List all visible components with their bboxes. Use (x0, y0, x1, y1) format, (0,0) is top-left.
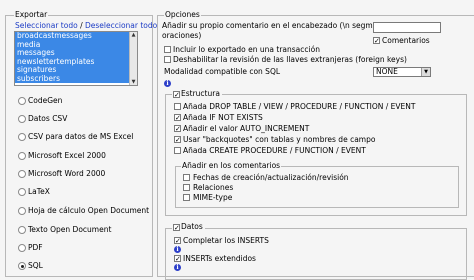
format-label: Microsoft Word 2000 (28, 169, 106, 178)
datos-legend-wrap: ✓Datos (172, 222, 205, 232)
disable-fk-checkbox[interactable] (164, 56, 171, 63)
select-links-separator: / (77, 21, 85, 30)
format-label: Hoja de cálculo Open Document (28, 206, 150, 215)
format-radio-ods[interactable] (18, 207, 26, 215)
table-option[interactable]: subscribers (15, 74, 137, 83)
relaciones-label: Relaciones (193, 183, 234, 192)
fechas-label: Fechas de creación/actualización/revisió… (193, 173, 349, 182)
sql-mode-label: Modalidad compatible con SQL (164, 67, 281, 76)
extended-inserts-checkbox[interactable]: ✓ (174, 255, 181, 263)
create-procedure-checkbox[interactable] (174, 147, 181, 154)
deselect-all-link[interactable]: Deseleccionar todo (85, 21, 157, 30)
tables-listbox[interactable]: broadcastmessages media messages newslet… (14, 31, 138, 86)
backquotes-label: Usar "backquotes" con tablas y nombres d… (183, 135, 376, 144)
relaciones-checkbox[interactable] (183, 184, 190, 191)
chevron-down-icon[interactable]: ▼ (421, 68, 430, 76)
format-radio-latex[interactable] (18, 188, 26, 196)
if-not-exists-label: Añada IF NOT EXISTS (183, 113, 263, 122)
format-radio-csv-excel[interactable] (18, 133, 26, 141)
select-links: Seleccionar todo / Deseleccionar todo (15, 21, 157, 30)
scroll-up-icon[interactable]: ▲ (130, 32, 137, 38)
transaction-label: Incluir lo exportado en una transacción (173, 45, 320, 54)
datos-legend: Datos (181, 222, 203, 231)
comentarios-checkbox[interactable]: ✓ (373, 37, 380, 45)
select-all-link[interactable]: Seleccionar todo (15, 21, 78, 30)
format-radio-pdf[interactable] (18, 244, 26, 252)
format-label: LaTeX (28, 187, 50, 196)
opciones-legend: Opciones (164, 10, 201, 19)
scroll-down-icon[interactable]: ▼ (130, 79, 137, 85)
complete-inserts-label: Completar los INSERTS (183, 236, 269, 245)
auto-increment-checkbox[interactable]: ✓ (174, 125, 181, 133)
info-icon[interactable]: i (164, 80, 171, 87)
mime-type-checkbox[interactable] (183, 194, 190, 201)
estructura-checkbox[interactable]: ✓ (173, 91, 180, 99)
format-radio-csv[interactable] (18, 115, 26, 123)
complete-inserts-checkbox[interactable]: ✓ (174, 237, 181, 245)
drop-table-label: Añada DROP TABLE / VIEW / PROCEDURE / FU… (183, 102, 416, 111)
info-icon[interactable]: i (174, 246, 181, 253)
format-label: Microsoft Excel 2000 (28, 151, 106, 160)
extended-inserts-label: INSERTs extendidos (183, 254, 256, 263)
format-label: PDF (28, 243, 43, 252)
transaction-checkbox[interactable] (164, 46, 171, 53)
listbox-scrollbar[interactable]: ▲ ▼ (129, 32, 137, 85)
comment-input[interactable] (373, 22, 441, 33)
format-label: Datos CSV (28, 114, 68, 123)
create-procedure-label: Añada CREATE PROCEDURE / FUNCTION / EVEN… (183, 146, 366, 155)
estructura-legend-wrap: ✓Estructura (172, 89, 222, 99)
if-not-exists-checkbox[interactable]: ✓ (174, 114, 181, 122)
comentarios-label: Comentarios (382, 36, 430, 45)
auto-increment-label: Añadir el valor AUTO_INCREMENT (183, 124, 310, 133)
format-label: CodeGen (28, 96, 63, 105)
drop-table-checkbox[interactable] (174, 103, 181, 110)
sql-mode-select[interactable]: NONE ▼ (373, 67, 431, 77)
mime-type-label: MIME-type (193, 193, 233, 202)
format-radio-excel[interactable] (18, 152, 26, 160)
format-label: CSV para datos de MS Excel (28, 132, 134, 141)
format-label: Texto Open Document (28, 225, 112, 234)
comentarios-sub-legend: Añadir en los comentarios (181, 161, 282, 170)
backquotes-checkbox[interactable]: ✓ (174, 136, 181, 144)
datos-checkbox[interactable]: ✓ (173, 224, 180, 232)
comment-label: Añadir su propio comentario en el encabe… (162, 21, 403, 30)
format-radio-odt[interactable] (18, 226, 26, 234)
estructura-legend: Estructura (181, 89, 220, 98)
sql-mode-value: NONE (376, 67, 398, 76)
format-radio-word[interactable] (18, 170, 26, 178)
format-radio-codegen[interactable] (18, 97, 26, 105)
disable-fk-label: Deshabilitar la revisión de las llaves e… (173, 55, 407, 64)
fechas-checkbox[interactable] (183, 174, 190, 181)
comment-label-cont: oraciones) (162, 31, 202, 40)
info-icon[interactable]: i (174, 264, 181, 271)
exportar-legend: Exportar (14, 10, 49, 19)
